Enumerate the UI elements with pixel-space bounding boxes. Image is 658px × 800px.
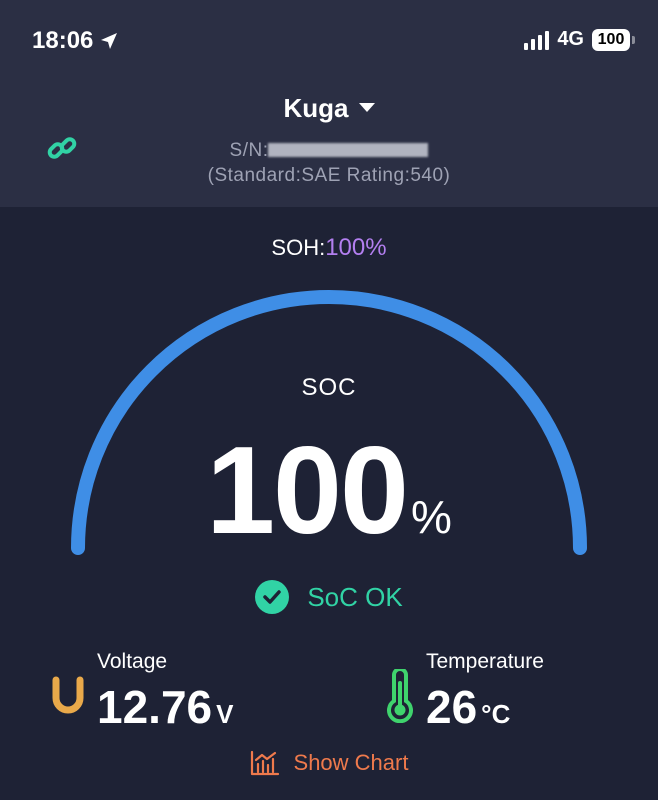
voltage-value: 12.76 V [97,680,233,734]
show-chart-label: Show Chart [293,750,409,775]
soc-value: 100% [0,420,658,562]
temperature-label: Temperature [426,650,544,673]
thermometer-icon [387,669,413,723]
voltage-icon [52,676,84,714]
check-circle-icon [255,580,290,614]
soc-number: 100 [206,422,409,560]
soc-label: SOC [301,374,357,401]
voltage-unit: V [216,699,234,729]
show-chart-button[interactable]: Show Chart [0,750,658,776]
soc-unit: % [410,491,452,543]
soc-status-text: SoC OK [307,581,403,612]
voltage-label: Voltage [97,650,168,673]
temperature-number: 26 [426,681,478,733]
voltage-number: 12.76 [97,681,213,733]
temperature-unit: °C [481,699,511,729]
temperature-value: 26 °C [426,680,510,734]
soc-status: SoC OK [0,580,658,614]
chart-icon [250,750,279,776]
